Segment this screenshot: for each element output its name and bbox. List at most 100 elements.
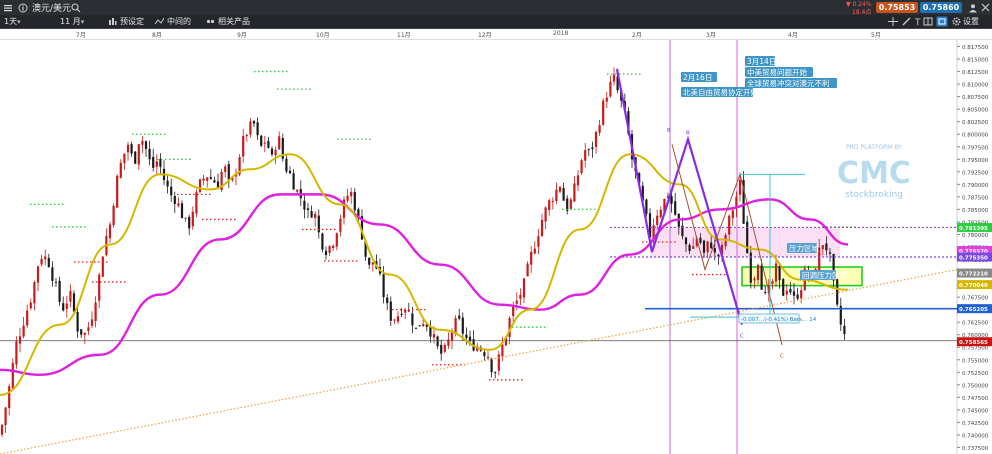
candle-body — [346, 195, 349, 201]
candle-body — [728, 215, 731, 235]
sell-price-button[interactable]: 0.75853 — [876, 2, 918, 13]
candle-body — [108, 224, 112, 239]
candle-body — [310, 211, 313, 218]
candle-body — [54, 281, 58, 283]
annotation-text: 中美贸易问题开始 — [747, 67, 807, 77]
candle-body — [530, 251, 533, 265]
buy-price-button[interactable]: 0.75860 — [920, 2, 962, 13]
candle-body — [584, 150, 587, 161]
candle-body — [249, 121, 252, 135]
candle-body — [15, 341, 18, 365]
candle-body — [76, 312, 79, 332]
candle-body — [101, 256, 104, 277]
plot-area — [0, 40, 992, 454]
candle-body — [98, 274, 101, 301]
candle-body — [245, 135, 248, 137]
candle-body — [699, 237, 702, 243]
candle-body — [116, 175, 119, 208]
candle-body — [713, 248, 716, 253]
symbol-label[interactable]: 澳元/美元 — [32, 0, 71, 15]
candle-body — [159, 158, 162, 167]
sell-price: 0.75853 — [878, 3, 916, 12]
candle-body — [782, 278, 785, 296]
candle-body — [18, 336, 22, 344]
candle-body — [796, 294, 799, 299]
candle-body — [609, 81, 612, 97]
settings-button[interactable]: 设置 — [952, 15, 979, 28]
candle-body — [436, 336, 439, 347]
candle-body — [69, 291, 72, 302]
candle-body — [112, 205, 115, 226]
annotation-text: 3月14日 — [747, 57, 776, 66]
month-dropdown[interactable]: 11 月 — [60, 15, 84, 28]
candle-body — [443, 344, 446, 352]
candle-body — [314, 213, 317, 219]
search-icon[interactable] — [71, 0, 81, 15]
month-label: 7月 — [76, 32, 86, 39]
related-products-button[interactable]: 相关产品 — [206, 15, 250, 28]
draw-icon[interactable] — [902, 17, 911, 26]
candle-body — [774, 263, 778, 282]
y-tick-label: 0.812500 — [962, 70, 989, 76]
candle-body — [155, 161, 158, 167]
candle-body — [137, 144, 140, 165]
candle-body — [778, 265, 781, 281]
y-tick-label: 0.797500 — [962, 145, 989, 151]
candle-body — [209, 177, 212, 179]
candle-body — [486, 356, 490, 359]
candle-body — [58, 280, 61, 302]
candle-body — [771, 281, 774, 284]
candle-body — [605, 97, 608, 102]
price-chart[interactable]: PRO PLATFORM BY CMC stockbroking 2月16日北美… — [0, 40, 992, 454]
candle-body — [522, 278, 526, 298]
candle-body — [353, 191, 356, 211]
candle-body — [760, 265, 763, 290]
candle-body — [594, 132, 598, 147]
user-icon[interactable] — [968, 0, 978, 15]
month-label: 3月 — [706, 32, 716, 39]
candle-body — [123, 153, 126, 164]
month-label: 9月 — [237, 32, 247, 39]
candle-body — [544, 207, 547, 222]
y-tick-label: 0.755000 — [962, 358, 989, 364]
candle-body — [494, 372, 497, 374]
candle-body — [339, 218, 342, 232]
month-label: 12月 — [478, 32, 492, 39]
candle-body — [533, 248, 536, 254]
annotation-text: 回调压力区域 — [802, 270, 847, 280]
candle-body — [141, 140, 144, 145]
y-tick-label: 0.817500 — [962, 45, 989, 51]
candle-body — [461, 317, 464, 334]
pattern-point-label: B — [667, 128, 671, 134]
close-icon[interactable] — [981, 0, 990, 15]
candle-body — [389, 301, 392, 321]
candle-body — [26, 310, 29, 326]
text-icon[interactable]: T — [914, 18, 921, 27]
candle-body — [29, 302, 32, 309]
change-points: 18.4点 — [852, 9, 872, 16]
info-icon[interactable] — [18, 0, 28, 15]
candle-body — [382, 274, 385, 298]
layout-icon[interactable] — [923, 17, 933, 26]
active-tool-icon[interactable] — [936, 15, 948, 28]
menu-icon[interactable] — [3, 0, 13, 15]
month-label: 11 月 — [60, 17, 81, 26]
settings-label: 设置 — [963, 17, 979, 26]
candle-body — [195, 192, 198, 214]
timeframe-dropdown[interactable]: 1天 — [4, 15, 21, 28]
candle-body — [393, 319, 396, 321]
candle-body — [702, 240, 706, 253]
candle-body — [180, 203, 184, 219]
candle-body — [332, 245, 335, 248]
candle-body — [836, 279, 839, 305]
preset-button[interactable]: 预设定 — [108, 15, 144, 28]
neutral-button[interactable]: 中间的 — [155, 15, 191, 28]
y-tick-label: 0.762500 — [962, 321, 989, 327]
crosshair-icon[interactable] — [888, 17, 898, 26]
price-tag-label: 0.775350 — [959, 256, 988, 262]
candle-body — [288, 170, 292, 174]
candle-body — [422, 324, 425, 326]
candle-body — [764, 291, 767, 293]
candle-body — [706, 241, 709, 253]
candle-body — [134, 151, 137, 164]
